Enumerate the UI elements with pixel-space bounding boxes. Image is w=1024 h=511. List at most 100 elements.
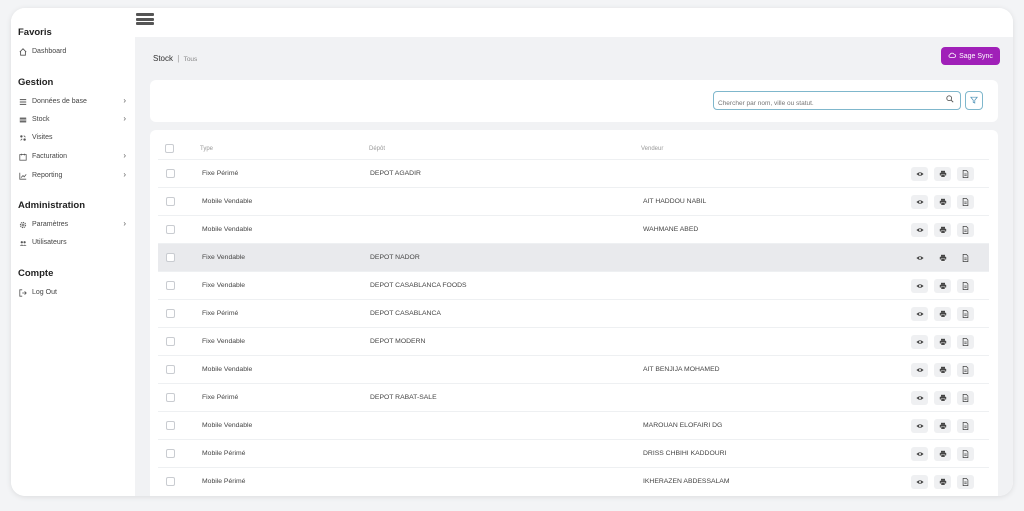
document-button[interactable] xyxy=(957,391,974,405)
document-button[interactable] xyxy=(957,335,974,349)
cell-depot: DEPOT AGADIR xyxy=(370,170,421,177)
sidebar-item-donnees-de-base[interactable]: Données de base › xyxy=(18,95,126,108)
view-button[interactable] xyxy=(911,167,928,181)
breadcrumb-separator: | xyxy=(177,54,180,63)
table-row[interactable]: Mobile Périmé DRISS CHBIHI KADDOURI xyxy=(158,439,989,467)
eye-icon xyxy=(915,228,924,232)
view-button[interactable] xyxy=(911,391,928,405)
filter-button[interactable] xyxy=(965,91,983,110)
visits-icon xyxy=(18,133,28,143)
table-row[interactable]: Mobile Vendable AIT HADDOU NABIL xyxy=(158,187,989,215)
home-icon xyxy=(18,47,28,57)
print-button[interactable] xyxy=(934,391,951,405)
eye-icon xyxy=(915,480,924,484)
sidebar-item-label: Facturation xyxy=(32,153,68,160)
breadcrumb: Stock | Tous xyxy=(153,54,197,63)
cell-type: Mobile Périmé xyxy=(202,450,246,457)
view-button[interactable] xyxy=(911,335,928,349)
row-checkbox[interactable] xyxy=(166,393,175,402)
sidebar-item-facturation[interactable]: Facturation › xyxy=(18,150,126,163)
eye-icon xyxy=(915,200,924,204)
row-checkbox[interactable] xyxy=(166,449,175,458)
sidebar-item-stock[interactable]: Stock › xyxy=(18,113,126,126)
document-button[interactable] xyxy=(957,251,974,265)
view-button[interactable] xyxy=(911,363,928,377)
sidebar-item-reporting[interactable]: Reporting › xyxy=(18,169,126,182)
sidebar-item-dashboard[interactable]: Dashboard xyxy=(18,45,126,58)
cell-type: Mobile Périmé xyxy=(202,478,246,485)
row-checkbox[interactable] xyxy=(166,169,175,178)
row-checkbox[interactable] xyxy=(166,309,175,318)
row-checkbox[interactable] xyxy=(166,477,175,486)
view-button[interactable] xyxy=(911,251,928,265)
chevron-right-icon: › xyxy=(123,114,126,123)
sidebar-item-label: Données de base xyxy=(32,98,87,105)
table-row[interactable]: Fixe Périmé DEPOT AGADIR xyxy=(158,159,989,187)
print-button[interactable] xyxy=(934,195,951,209)
row-checkbox[interactable] xyxy=(166,421,175,430)
document-button[interactable] xyxy=(957,475,974,489)
document-button[interactable] xyxy=(957,363,974,377)
sidebar-item-visites[interactable]: Visites xyxy=(18,131,126,144)
row-checkbox[interactable] xyxy=(166,337,175,346)
table-row[interactable]: Fixe Périmé DEPOT RABAT-SALE xyxy=(158,383,989,411)
document-button[interactable] xyxy=(957,447,974,461)
view-button[interactable] xyxy=(911,195,928,209)
row-checkbox[interactable] xyxy=(166,281,175,290)
view-button[interactable] xyxy=(911,279,928,293)
sidebar-item-parametres[interactable]: Paramètres › xyxy=(18,218,126,231)
table-row[interactable]: Fixe Vendable DEPOT CASABLANCA FOODS xyxy=(158,271,989,299)
sage-sync-button[interactable]: Sage Sync xyxy=(941,47,1000,65)
cell-type: Fixe Vendable xyxy=(202,254,246,261)
sage-sync-label: Sage Sync xyxy=(959,52,993,60)
search-icon[interactable] xyxy=(946,95,954,105)
print-button[interactable] xyxy=(934,447,951,461)
gear-icon xyxy=(18,220,28,230)
print-button[interactable] xyxy=(934,307,951,321)
document-icon xyxy=(962,282,969,290)
table-row[interactable]: Fixe Périmé DEPOT CASABLANCA xyxy=(158,299,989,327)
billing-icon xyxy=(18,152,28,162)
table-row[interactable]: Mobile Vendable AIT BENJIJA MOHAMED xyxy=(158,355,989,383)
print-button[interactable] xyxy=(934,363,951,377)
select-all-checkbox[interactable] xyxy=(165,144,174,153)
document-button[interactable] xyxy=(957,223,974,237)
document-button[interactable] xyxy=(957,167,974,181)
print-button[interactable] xyxy=(934,419,951,433)
document-button[interactable] xyxy=(957,279,974,293)
sidebar-item-logout[interactable]: Log Out xyxy=(18,286,126,299)
print-button[interactable] xyxy=(934,279,951,293)
table-row[interactable]: Mobile Vendable MAROUAN ELOFAIRI DG xyxy=(158,411,989,439)
document-button[interactable] xyxy=(957,195,974,209)
row-checkbox[interactable] xyxy=(166,225,175,234)
view-button[interactable] xyxy=(911,307,928,321)
section-title-favoris: Favoris xyxy=(18,27,52,38)
cell-type: Mobile Vendable xyxy=(202,198,253,205)
table-row[interactable]: Mobile Vendable WAHMANE ABED xyxy=(158,215,989,243)
breadcrumb-section[interactable]: Stock xyxy=(153,54,173,63)
menu-toggle-icon[interactable] xyxy=(136,13,154,28)
document-icon xyxy=(962,338,969,346)
row-checkbox[interactable] xyxy=(166,197,175,206)
view-button[interactable] xyxy=(911,447,928,461)
view-button[interactable] xyxy=(911,223,928,237)
sidebar-item-utilisateurs[interactable]: Utilisateurs xyxy=(18,236,126,249)
row-checkbox[interactable] xyxy=(166,365,175,374)
document-button[interactable] xyxy=(957,419,974,433)
search-input[interactable] xyxy=(714,95,934,112)
print-button[interactable] xyxy=(934,251,951,265)
print-button[interactable] xyxy=(934,223,951,237)
cell-type: Fixe Vendable xyxy=(202,338,246,345)
table-row[interactable]: Mobile Périmé IKHERAZEN ABDESSALAM xyxy=(158,467,989,495)
document-icon xyxy=(962,422,969,430)
view-button[interactable] xyxy=(911,475,928,489)
table-row[interactable]: Fixe Vendable DEPOT NADOR xyxy=(158,243,989,271)
table-row[interactable]: Fixe Vendable DEPOT MODERN xyxy=(158,327,989,355)
print-button[interactable] xyxy=(934,335,951,349)
row-checkbox[interactable] xyxy=(166,253,175,262)
print-button[interactable] xyxy=(934,475,951,489)
view-button[interactable] xyxy=(911,419,928,433)
search-field[interactable] xyxy=(713,91,961,112)
document-button[interactable] xyxy=(957,307,974,321)
print-button[interactable] xyxy=(934,167,951,181)
